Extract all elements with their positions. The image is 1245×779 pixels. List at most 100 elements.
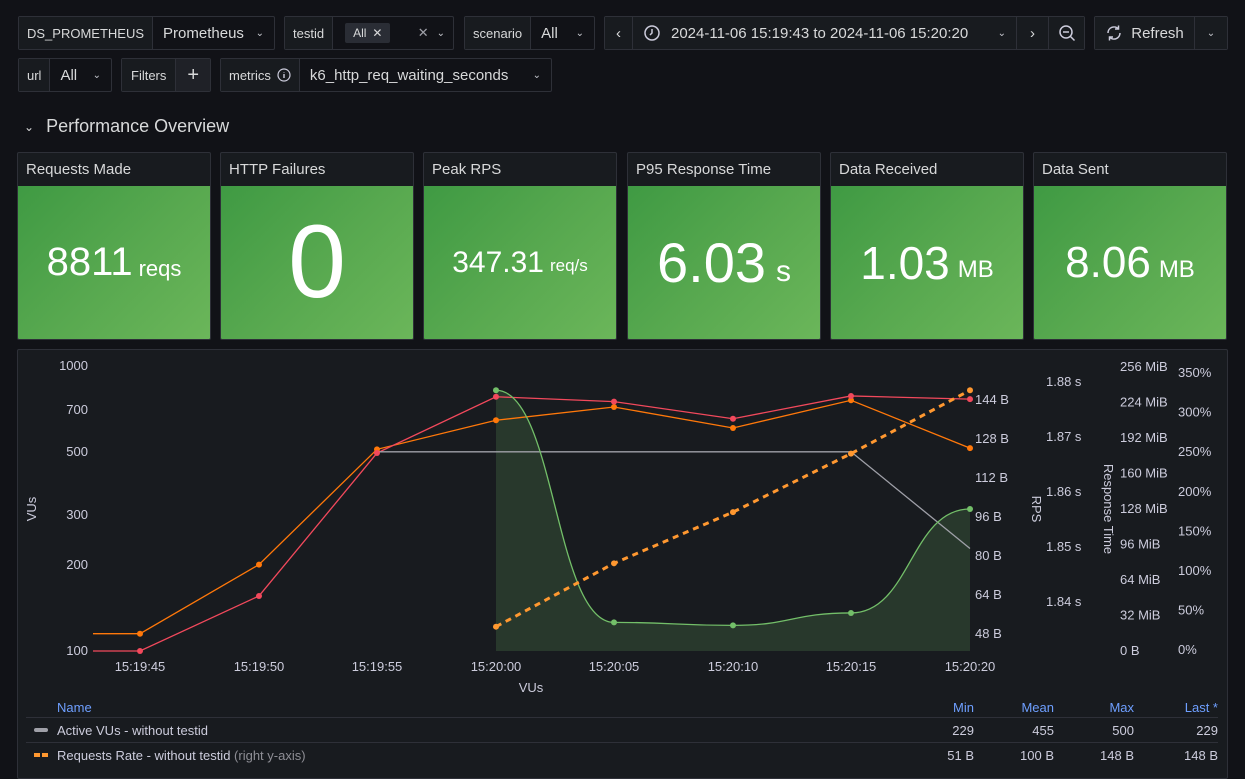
legend-last: 229	[1196, 722, 1218, 738]
stat-unit: MB	[1158, 255, 1195, 283]
stat-title: P95 Response Time	[636, 161, 772, 178]
scenario-label: scenario	[465, 17, 532, 49]
legend-header: Name Min Mean Max Last *	[26, 697, 1218, 717]
metrics-label: metrics	[229, 67, 271, 83]
stat-panel-requests-made: Requests Made 8811 reqs	[17, 152, 211, 340]
url-select[interactable]: All ⌄	[50, 59, 111, 91]
legend-swatch	[34, 753, 48, 757]
metrics-value: k6_http_req_waiting_seconds	[309, 66, 509, 84]
metrics-label-wrap: metrics	[221, 59, 300, 91]
legend-table: Name Min Mean Max Last * Active VUs - wi…	[26, 697, 1218, 767]
zoom-out-button[interactable]	[1048, 17, 1084, 49]
url-label: url	[19, 59, 51, 91]
datasource-variable: DS_PROMETHEUS Prometheus ⌄	[18, 16, 275, 50]
time-forward-button[interactable]: ›	[1016, 17, 1048, 49]
stat-unit: reqs	[138, 255, 182, 281]
legend-min: 229	[952, 722, 974, 738]
legend-axis-note: (right y-axis)	[234, 747, 306, 763]
remove-pill-icon[interactable]: ✕	[372, 26, 382, 40]
legend-header-last[interactable]: Last *	[1134, 700, 1218, 715]
stat-unit: req/s	[549, 255, 588, 275]
legend-min: 51 B	[947, 747, 974, 763]
testid-variable: testid All ✕ ✕ ⌄	[284, 16, 454, 50]
stat-body: 347.31 req/s	[424, 186, 616, 339]
stat-body: 6.03 s	[628, 186, 820, 339]
legend-header-max[interactable]: Max	[1054, 700, 1134, 715]
legend-max: 500	[1112, 722, 1134, 738]
filters-variable: Filters +	[121, 58, 211, 92]
metrics-select[interactable]: k6_http_req_waiting_seconds ⌄	[300, 59, 551, 91]
stat-value: 8.06	[1065, 237, 1151, 287]
legend-row[interactable]: Requests Rate - without testid (right y-…	[26, 742, 1218, 767]
chevron-down-icon: ⌄	[92, 69, 101, 81]
stat-title: Data Received	[839, 161, 938, 178]
add-filter-button[interactable]: +	[176, 59, 210, 91]
legend-series-name: Active VUs - without testid	[57, 722, 208, 738]
info-icon[interactable]	[277, 68, 291, 82]
stat-body: 0	[221, 186, 413, 339]
chevron-down-icon: ⌄	[436, 27, 445, 39]
legend-row[interactable]: Active VUs - without testid 229 455 500 …	[26, 717, 1218, 742]
chevron-down-icon: ⌄	[997, 27, 1006, 39]
datasource-label: DS_PROMETHEUS	[19, 17, 154, 49]
testid-select[interactable]: All ✕ ✕ ⌄	[333, 17, 453, 49]
stat-body: 8.06 MB	[1034, 186, 1226, 339]
legend-header-mean[interactable]: Mean	[974, 700, 1054, 715]
chevron-down-icon: ⌄	[532, 69, 541, 81]
stat-panel-peak-rps: Peak RPS 347.31 req/s	[423, 152, 617, 340]
stat-value: 1.03	[860, 236, 950, 289]
legend-max: 148 B	[1100, 747, 1134, 763]
chevron-left-icon: ‹	[616, 24, 621, 42]
scenario-select[interactable]: All ⌄	[531, 17, 594, 49]
clear-icon[interactable]: ✕	[418, 25, 429, 41]
legend-mean: 455	[1032, 722, 1054, 738]
scenario-value: All	[541, 24, 558, 42]
chevron-down-icon: ⌄	[24, 119, 35, 134]
url-value: All	[60, 66, 78, 84]
zoom-out-icon	[1058, 25, 1075, 42]
stat-unit: s	[776, 254, 791, 288]
refresh-button[interactable]: Refresh	[1095, 17, 1195, 49]
testid-pill-label: All	[353, 26, 367, 40]
stat-value: 6.03	[657, 231, 766, 294]
stat-panel-http-failures: HTTP Failures 0	[220, 152, 414, 340]
stat-title: Data Sent	[1042, 161, 1109, 178]
stat-body: 1.03 MB	[831, 186, 1023, 339]
scenario-variable: scenario All ⌄	[464, 16, 595, 50]
filters-label: Filters	[122, 59, 177, 91]
refresh-icon	[1107, 25, 1121, 41]
stat-unit: MB	[957, 255, 994, 283]
stat-title: Peak RPS	[432, 161, 502, 178]
clock-icon	[644, 25, 660, 41]
testid-label: testid	[285, 17, 334, 49]
url-variable: url All ⌄	[18, 58, 112, 92]
time-range-label: 2024-11-06 15:19:43 to 2024-11-06 15:20:…	[671, 24, 969, 42]
stat-value: 347.31	[452, 245, 544, 279]
datasource-select[interactable]: Prometheus ⌄	[153, 17, 274, 49]
chevron-down-icon: ⌄	[1206, 27, 1216, 39]
stat-value: 0	[288, 204, 346, 320]
stat-value: 8811	[46, 240, 133, 284]
plus-icon: +	[187, 63, 200, 86]
row-header-performance-overview[interactable]: ⌄ Performance Overview	[24, 116, 229, 137]
stat-title: Requests Made	[26, 161, 132, 178]
legend-header-name[interactable]: Name	[26, 700, 894, 715]
time-range-button[interactable]: 2024-11-06 15:19:43 to 2024-11-06 15:20:…	[633, 17, 1016, 49]
testid-pill: All ✕	[345, 23, 391, 43]
chevron-down-icon: ⌄	[255, 27, 264, 39]
refresh-interval-button[interactable]: ⌄	[1195, 17, 1227, 49]
section-title: Performance Overview	[46, 116, 230, 136]
legend-header-min[interactable]: Min	[894, 700, 974, 715]
metrics-variable: metrics k6_http_req_waiting_seconds ⌄	[220, 58, 552, 92]
datasource-value: Prometheus	[163, 24, 244, 42]
chevron-right-icon: ›	[1030, 24, 1035, 42]
time-back-button[interactable]: ‹	[605, 17, 633, 49]
stat-body: 8811 reqs	[18, 186, 210, 339]
stat-panel-data-sent: Data Sent 8.06 MB	[1033, 152, 1227, 340]
stat-panel-data-received: Data Received 1.03 MB	[830, 152, 1024, 340]
legend-last: 148 B	[1184, 747, 1218, 763]
legend-series-name: Requests Rate - without testid	[57, 747, 231, 763]
legend-swatch	[34, 728, 48, 732]
stat-title: HTTP Failures	[229, 161, 326, 178]
time-picker: ‹ 2024-11-06 15:19:43 to 2024-11-06 15:2…	[604, 16, 1085, 50]
